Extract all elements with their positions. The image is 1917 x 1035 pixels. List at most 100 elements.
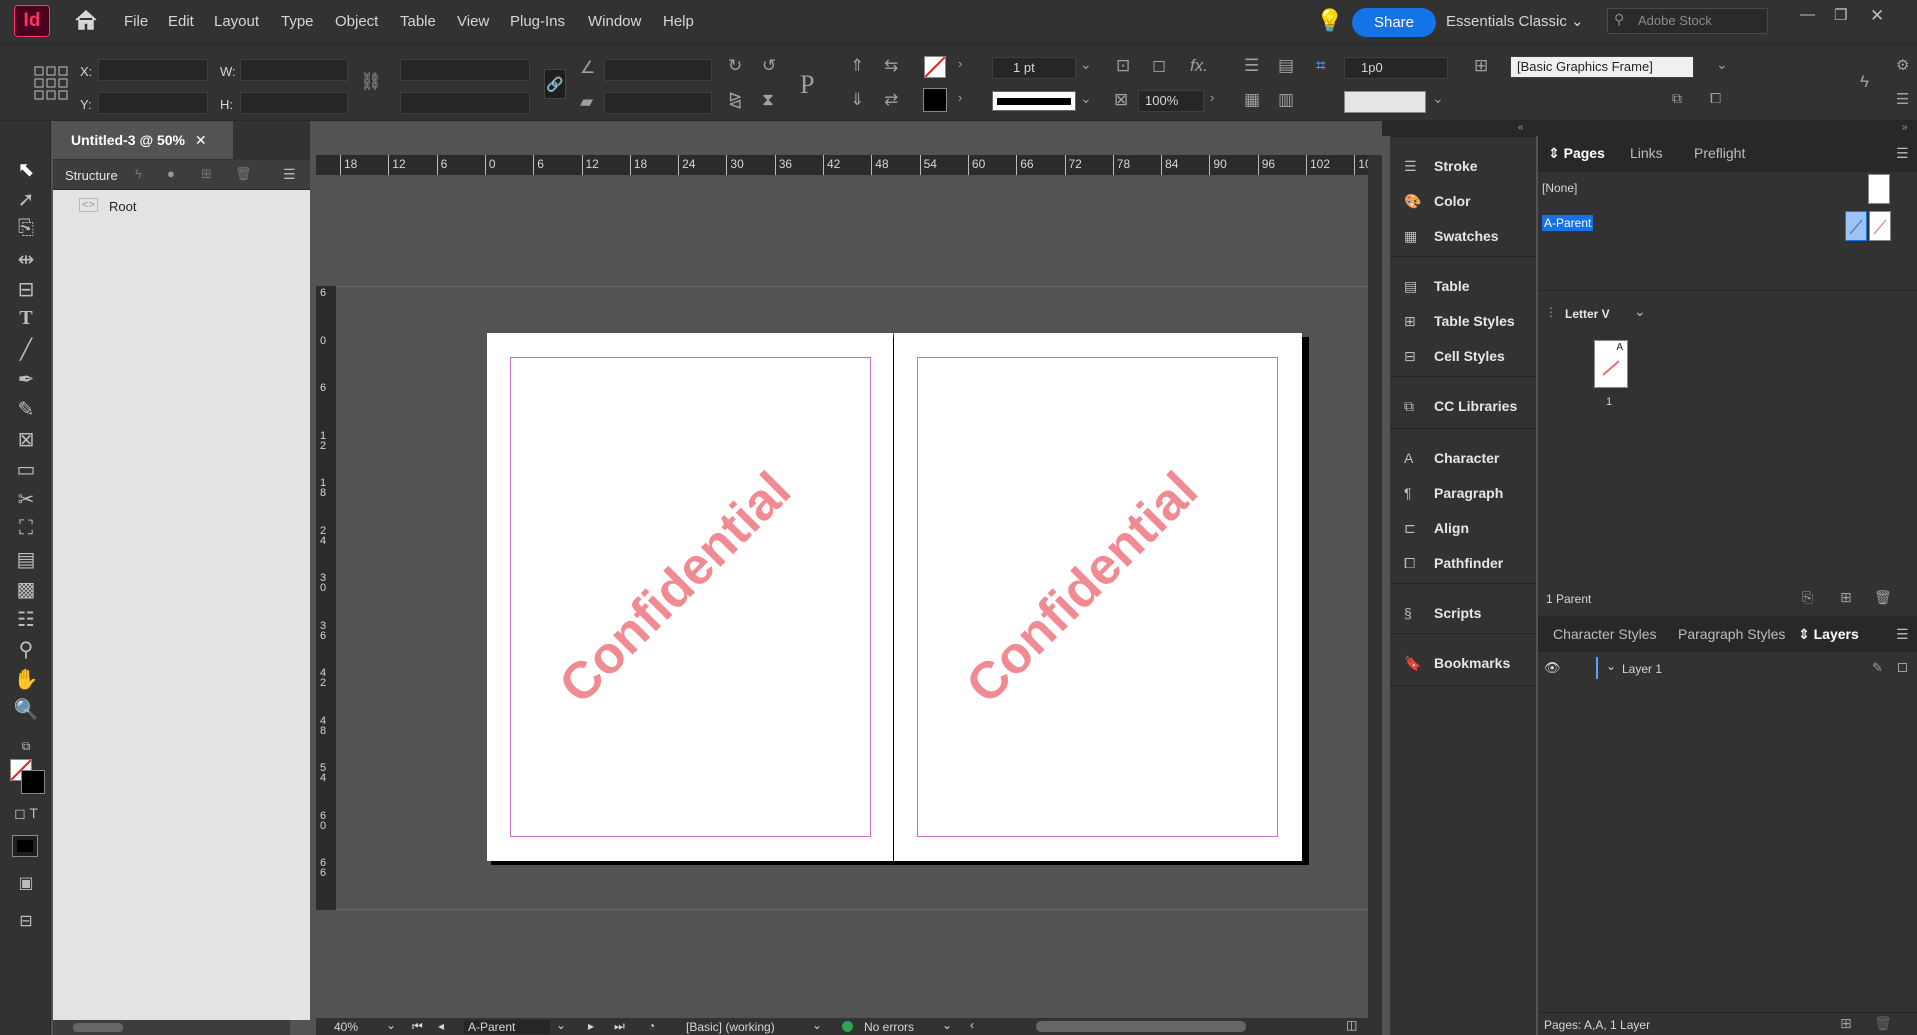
panel-table-styles[interactable]: ⊞ Table Styles xyxy=(1404,313,1515,330)
close-tab-icon[interactable]: ✕ xyxy=(195,132,207,148)
chevron-right-icon[interactable]: › xyxy=(958,56,962,71)
panel-pathfinder[interactable]: ⧠ Pathfinder xyxy=(1404,555,1503,572)
select-next-icon[interactable]: ⇄ xyxy=(884,90,898,110)
next-page-icon[interactable]: ▸ xyxy=(588,1019,594,1033)
y-field[interactable] xyxy=(98,92,208,114)
panel-color[interactable]: 🎨 Color xyxy=(1404,193,1471,210)
collapse-left-icon[interactable]: « xyxy=(1518,122,1524,133)
menu-window[interactable]: Window xyxy=(588,13,641,30)
shear-field[interactable] xyxy=(604,92,712,114)
new-layer-icon[interactable]: ⊞ xyxy=(1840,1015,1852,1032)
chevron-down-icon[interactable]: ⌄ xyxy=(556,1018,566,1032)
scissors-tool-icon[interactable]: ✂ xyxy=(13,487,39,512)
style-preview-box[interactable] xyxy=(1344,91,1426,113)
constrain-icon[interactable]: ⛓ xyxy=(360,72,382,92)
panel-menu-icon[interactable]: ☰ xyxy=(283,166,296,183)
panel-cc-libraries[interactable]: ⧉ CC Libraries xyxy=(1404,398,1517,415)
layer-row[interactable]: 👁 ⌄ Layer 1 ✎ xyxy=(1538,655,1917,681)
chevron-down-icon[interactable]: ⌄ xyxy=(1080,90,1092,107)
object-style-icon[interactable]: ⊞ xyxy=(1474,56,1488,76)
parent-none-thumbnail[interactable] xyxy=(1868,174,1890,204)
rotate-cw-icon[interactable]: ↻ xyxy=(728,56,742,76)
tab-character-styles[interactable]: Character Styles xyxy=(1553,626,1656,642)
formatting-container-icon[interactable]: ◻ T xyxy=(13,805,39,822)
workspace-switcher[interactable]: Essentials Classic ⌄ xyxy=(1446,12,1584,30)
gap-tool-icon[interactable]: ⇹ xyxy=(13,247,39,272)
opacity-field[interactable]: 100% xyxy=(1138,90,1204,112)
text-wrap-none-icon[interactable]: ☰ xyxy=(1244,56,1259,76)
panel-align[interactable]: ⊏ Align xyxy=(1404,520,1469,537)
panel-swatches[interactable]: ▦ Swatches xyxy=(1404,228,1499,245)
page-tool-icon[interactable]: ⎘ xyxy=(13,217,39,240)
menu-help[interactable]: Help xyxy=(663,13,694,30)
view-mode-icon[interactable]: ▣ xyxy=(13,873,39,893)
fill-swatch-none[interactable] xyxy=(924,56,946,78)
default-colors-icon[interactable]: ⧉ xyxy=(13,739,39,754)
text-wrap-jump-icon[interactable]: ▥ xyxy=(1278,90,1294,110)
clear-overrides-icon[interactable]: ⧉ xyxy=(1672,90,1682,107)
share-button[interactable]: Share xyxy=(1352,8,1436,37)
chevron-down-icon[interactable]: ⌄ xyxy=(942,1018,952,1032)
tab-preflight[interactable]: Preflight xyxy=(1694,145,1745,161)
parent-none[interactable]: [None] xyxy=(1542,181,1577,195)
chevron-down-icon[interactable]: ⌄ xyxy=(386,1018,396,1032)
line-tool-icon[interactable]: ╱ xyxy=(13,337,39,362)
panel-menu-icon[interactable]: ☰ xyxy=(1896,626,1909,643)
rectangle-frame-tool-icon[interactable]: ⊠ xyxy=(13,427,39,452)
link-icon[interactable]: 🔗 xyxy=(544,69,566,99)
hamburger-menu-icon[interactable]: ☰ xyxy=(1896,90,1909,108)
tab-links[interactable]: Links xyxy=(1630,145,1663,161)
menu-edit[interactable]: Edit xyxy=(168,13,194,30)
chevron-down-icon[interactable]: ⌄ xyxy=(1080,56,1092,73)
page-right[interactable]: Confidential xyxy=(894,333,1302,861)
page-size-label[interactable]: Letter V xyxy=(1565,307,1610,321)
chevron-down-icon[interactable]: ⌄ xyxy=(1432,90,1444,107)
previous-page-icon[interactable]: ◂ xyxy=(438,1019,444,1033)
trash-icon[interactable]: 🗑 xyxy=(1874,1015,1892,1032)
lightning-icon[interactable]: ϟ xyxy=(135,166,142,181)
note-tool-icon[interactable]: ☷ xyxy=(13,607,39,632)
fx-icon[interactable]: fx. xyxy=(1190,56,1208,76)
close-window-icon[interactable]: ✕ xyxy=(1870,6,1884,26)
fill-stroke-swatch[interactable] xyxy=(10,759,45,794)
tab-pages[interactable]: ⇕ Pages xyxy=(1548,145,1605,162)
parent-a-parent[interactable]: A-Parent xyxy=(1542,215,1594,231)
fitting-frame-icon[interactable]: ⊡ xyxy=(1116,56,1130,76)
structure-scrollbar[interactable] xyxy=(53,1020,290,1035)
panel-table[interactable]: ▤ Table xyxy=(1404,278,1470,295)
new-page-icon[interactable]: ⊞ xyxy=(1840,589,1852,606)
type-tool-icon[interactable]: T xyxy=(13,307,39,330)
direct-selection-tool-icon[interactable]: ➚ xyxy=(13,187,39,212)
menu-object[interactable]: Object xyxy=(335,13,378,30)
page-thumbnail-1[interactable]: A xyxy=(1594,340,1628,388)
object-style-select[interactable]: [Basic Graphics Frame] xyxy=(1510,56,1694,78)
hand-tool-icon[interactable]: ✋ xyxy=(13,667,39,692)
w-field[interactable] xyxy=(240,59,348,81)
panel-scripts[interactable]: § Scripts xyxy=(1404,605,1481,621)
offset-field[interactable]: 1p0 xyxy=(1344,57,1448,79)
edit-page-size-icon[interactable]: ⎘ xyxy=(1802,589,1813,606)
selection-tool-icon[interactable]: ⬉ xyxy=(13,157,39,182)
split-icon[interactable]: ⧠ xyxy=(1710,90,1721,107)
visibility-eye-icon[interactable]: 👁 xyxy=(1544,660,1561,676)
page-left[interactable]: Confidential xyxy=(487,333,893,861)
zoom-level[interactable]: 40% xyxy=(334,1020,358,1034)
menu-plugins[interactable]: Plug-Ins xyxy=(510,13,565,30)
eyedropper-tool-icon[interactable]: ⚲ xyxy=(13,637,39,662)
panel-paragraph[interactable]: ¶ Paragraph xyxy=(1404,485,1503,501)
panel-bookmarks[interactable]: 🔖 Bookmarks xyxy=(1404,655,1510,672)
layer-name[interactable]: Layer 1 xyxy=(1622,662,1662,676)
content-collector-icon[interactable]: ⊟ xyxy=(13,277,39,302)
zoom-tool-icon[interactable]: 🔍 xyxy=(13,697,39,722)
text-wrap-bbox-icon[interactable]: ▤ xyxy=(1278,56,1294,76)
scale-y-field[interactable] xyxy=(400,92,530,114)
menu-layout[interactable]: Layout xyxy=(214,13,259,30)
chevron-right-icon[interactable]: › xyxy=(958,90,962,105)
chevron-down-icon[interactable]: ⌄ xyxy=(1716,56,1728,73)
text-wrap-shape-icon[interactable]: ▦ xyxy=(1244,90,1260,110)
panel-character[interactable]: A Character xyxy=(1404,450,1499,466)
root-element[interactable]: Root xyxy=(109,199,136,214)
preflight-errors[interactable]: No errors xyxy=(864,1020,914,1034)
stroke-swatch-black[interactable] xyxy=(923,88,947,112)
gradient-swatch-tool-icon[interactable]: ▤ xyxy=(13,547,39,572)
